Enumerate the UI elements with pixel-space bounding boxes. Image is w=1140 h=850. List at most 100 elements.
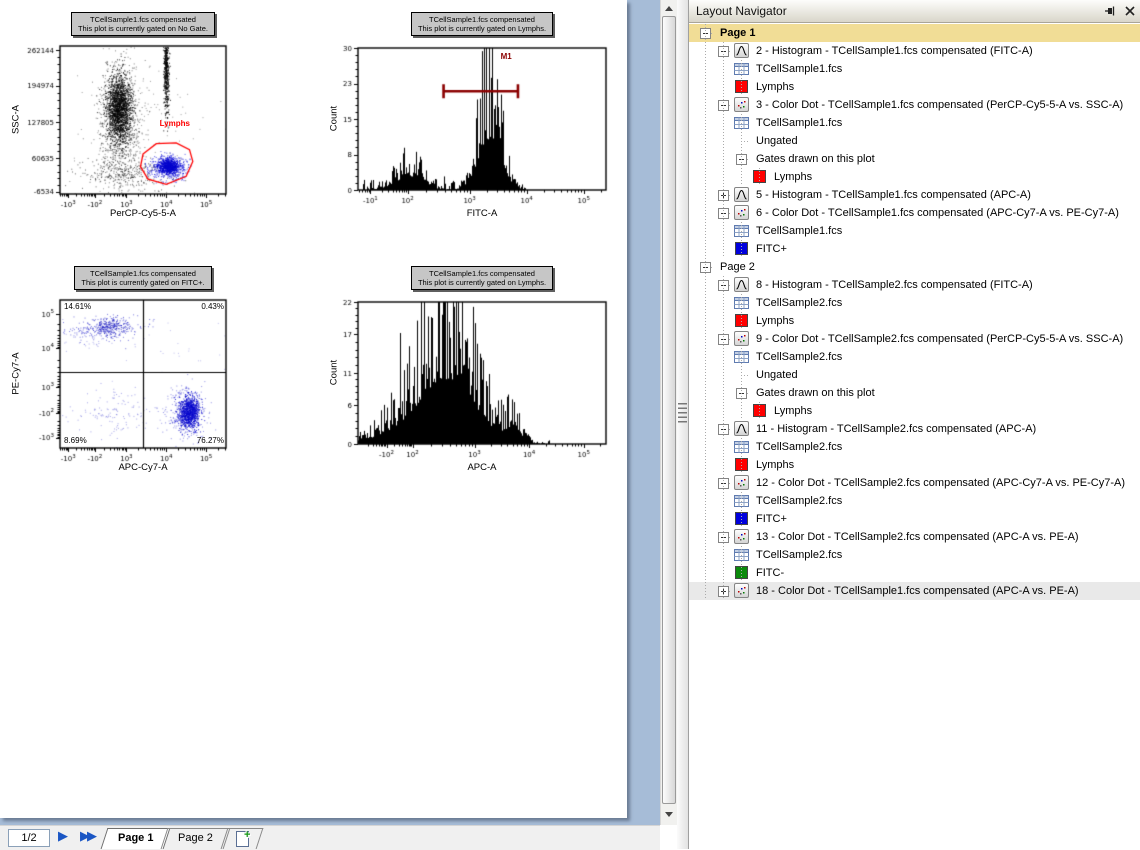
vertical-scrollbar[interactable] (660, 0, 677, 825)
tree-item-page[interactable]: Page 1 (689, 24, 1140, 42)
tree-guide (715, 60, 733, 78)
histogram-canvas[interactable] (322, 296, 608, 466)
panel-splitter[interactable] (677, 0, 688, 849)
tree-guide (697, 114, 715, 132)
tree-item-data-file[interactable]: TCellSample2.fcs (689, 546, 1140, 564)
tree-item-data-file[interactable]: TCellSample2.fcs (689, 348, 1140, 366)
expander-plus-icon[interactable] (718, 190, 729, 201)
expander-minus-icon[interactable] (718, 100, 729, 111)
tree-connector (733, 240, 751, 258)
plot-title-box[interactable]: TCellSample1.fcs compensated This plot i… (71, 12, 215, 36)
tab-page-1[interactable]: Page 1 (104, 828, 167, 849)
tree-item-page[interactable]: Page 2 (689, 258, 1140, 276)
tree-item-gate[interactable]: Lymphs (689, 312, 1140, 330)
expander-minus-icon[interactable] (718, 334, 729, 345)
plot-title-box[interactable]: TCellSample1.fcs compensated This plot i… (411, 266, 553, 290)
last-page-icon[interactable]: ▶▶ (80, 828, 94, 844)
tree-item[interactable]: 6 - Color Dot - TCellSample1.fcs compens… (689, 204, 1140, 222)
new-page-button[interactable]: + (224, 828, 260, 849)
tree-item-label: TCellSample1.fcs (756, 63, 842, 75)
tree-connector (715, 582, 733, 600)
quadrant-percent-lower-left: 8.69% (64, 436, 87, 445)
tree-item-gate[interactable]: FITC+ (689, 240, 1140, 258)
close-icon[interactable] (1121, 3, 1138, 19)
tree-item[interactable]: 5 - Histogram - TCellSample1.fcs compens… (689, 186, 1140, 204)
tree-item[interactable]: Ungated (689, 132, 1140, 150)
tree-item-label: TCellSample2.fcs (756, 495, 842, 507)
tree-item[interactable]: 11 - Histogram - TCellSample2.fcs compen… (689, 420, 1140, 438)
scroll-up-icon[interactable] (665, 6, 673, 11)
tree-item-gate[interactable]: Lymphs (689, 456, 1140, 474)
tree-guide (697, 204, 715, 222)
scrollbar-thumb[interactable] (662, 16, 676, 804)
tree-item-data-file[interactable]: TCellSample2.fcs (689, 492, 1140, 510)
tree-item[interactable]: 3 - Color Dot - TCellSample1.fcs compens… (689, 96, 1140, 114)
gate-color-swatch (735, 242, 748, 255)
expander-minus-icon[interactable] (700, 28, 711, 39)
tree-item-data-file[interactable]: TCellSample1.fcs (689, 222, 1140, 240)
tree-item-gate[interactable]: FITC- (689, 564, 1140, 582)
tree-item-data-file[interactable]: TCellSample2.fcs (689, 294, 1140, 312)
tree-item-gate[interactable]: Lymphs (689, 78, 1140, 96)
tree-connector (697, 258, 715, 276)
expander-minus-icon[interactable] (718, 46, 729, 57)
tree-connector (733, 384, 751, 402)
tree-item[interactable]: 12 - Color Dot - TCellSample2.fcs compen… (689, 474, 1140, 492)
tree-guide (697, 330, 715, 348)
tree-connector (733, 60, 751, 78)
tree-item[interactable]: 8 - Histogram - TCellSample2.fcs compens… (689, 276, 1140, 294)
tree-item[interactable]: 13 - Color Dot - TCellSample2.fcs compen… (689, 528, 1140, 546)
x-axis-label: PerCP-Cy5-5-A (27, 208, 259, 219)
expander-minus-icon[interactable] (718, 424, 729, 435)
tree-item[interactable]: 2 - Histogram - TCellSample1.fcs compens… (689, 42, 1140, 60)
tree-guide (697, 564, 715, 582)
marker-label[interactable]: M1 (501, 52, 512, 61)
tree-item[interactable]: Ungated (689, 366, 1140, 384)
layout-page[interactable]: TCellSample1.fcs compensated This plot i… (0, 0, 627, 818)
splitter-grip-icon[interactable] (678, 403, 687, 423)
tree-item[interactable]: 9 - Color Dot - TCellSample2.fcs compens… (689, 330, 1140, 348)
tree-item[interactable]: Gates drawn on this plot (689, 384, 1140, 402)
dot-plot-canvas[interactable] (6, 42, 238, 214)
tree-item[interactable]: Gates drawn on this plot (689, 150, 1140, 168)
tree-guide (697, 528, 715, 546)
tree-guide (697, 42, 715, 60)
tree-guide (697, 96, 715, 114)
data-grid-icon (734, 225, 749, 240)
tab-page-2[interactable]: Page 2 (164, 828, 227, 849)
scroll-down-icon[interactable] (665, 812, 673, 817)
expander-minus-icon[interactable] (718, 208, 729, 219)
navigator-header[interactable]: Layout Navigator (689, 0, 1140, 23)
expander-minus-icon[interactable] (700, 262, 711, 273)
expander-minus-icon[interactable] (718, 478, 729, 489)
expander-minus-icon[interactable] (736, 154, 747, 165)
tree-item-gate[interactable]: Lymphs (689, 168, 1140, 186)
tree-guide (733, 168, 751, 186)
tree-guide (697, 510, 715, 528)
tree-item-gate[interactable]: FITC+ (689, 510, 1140, 528)
gate-color-swatch (735, 566, 748, 579)
plot-title-box[interactable]: TCellSample1.fcs compensated This plot i… (74, 266, 211, 290)
tree-item-label: Ungated (756, 369, 798, 381)
expander-minus-icon[interactable] (718, 532, 729, 543)
plot-title-box[interactable]: TCellSample1.fcs compensated This plot i… (411, 12, 553, 36)
tree-guide (715, 456, 733, 474)
tree-item-label: TCellSample1.fcs (756, 225, 842, 237)
tree-icon-cell (733, 528, 751, 546)
next-page-icon[interactable]: ▶ (58, 828, 65, 844)
histogram-canvas[interactable] (322, 42, 608, 212)
tree-item-data-file[interactable]: TCellSample2.fcs (689, 438, 1140, 456)
gate-label[interactable]: Lymphs (160, 119, 190, 128)
tree-icon-cell (733, 420, 751, 438)
tree-item-data-file[interactable]: TCellSample1.fcs (689, 114, 1140, 132)
tree-item[interactable]: 18 - Color Dot - TCellSample1.fcs compen… (689, 582, 1140, 600)
expander-minus-icon[interactable] (736, 388, 747, 399)
plot-title-line2: This plot is currently gated on No Gate. (78, 24, 208, 33)
expander-minus-icon[interactable] (718, 280, 729, 291)
pin-icon[interactable] (1101, 3, 1118, 19)
expander-plus-icon[interactable] (718, 586, 729, 597)
tree-item-data-file[interactable]: TCellSample1.fcs (689, 60, 1140, 78)
tree-guide (697, 492, 715, 510)
tree-item-gate[interactable]: Lymphs (689, 402, 1140, 420)
histogram-plot-icon (734, 421, 749, 436)
